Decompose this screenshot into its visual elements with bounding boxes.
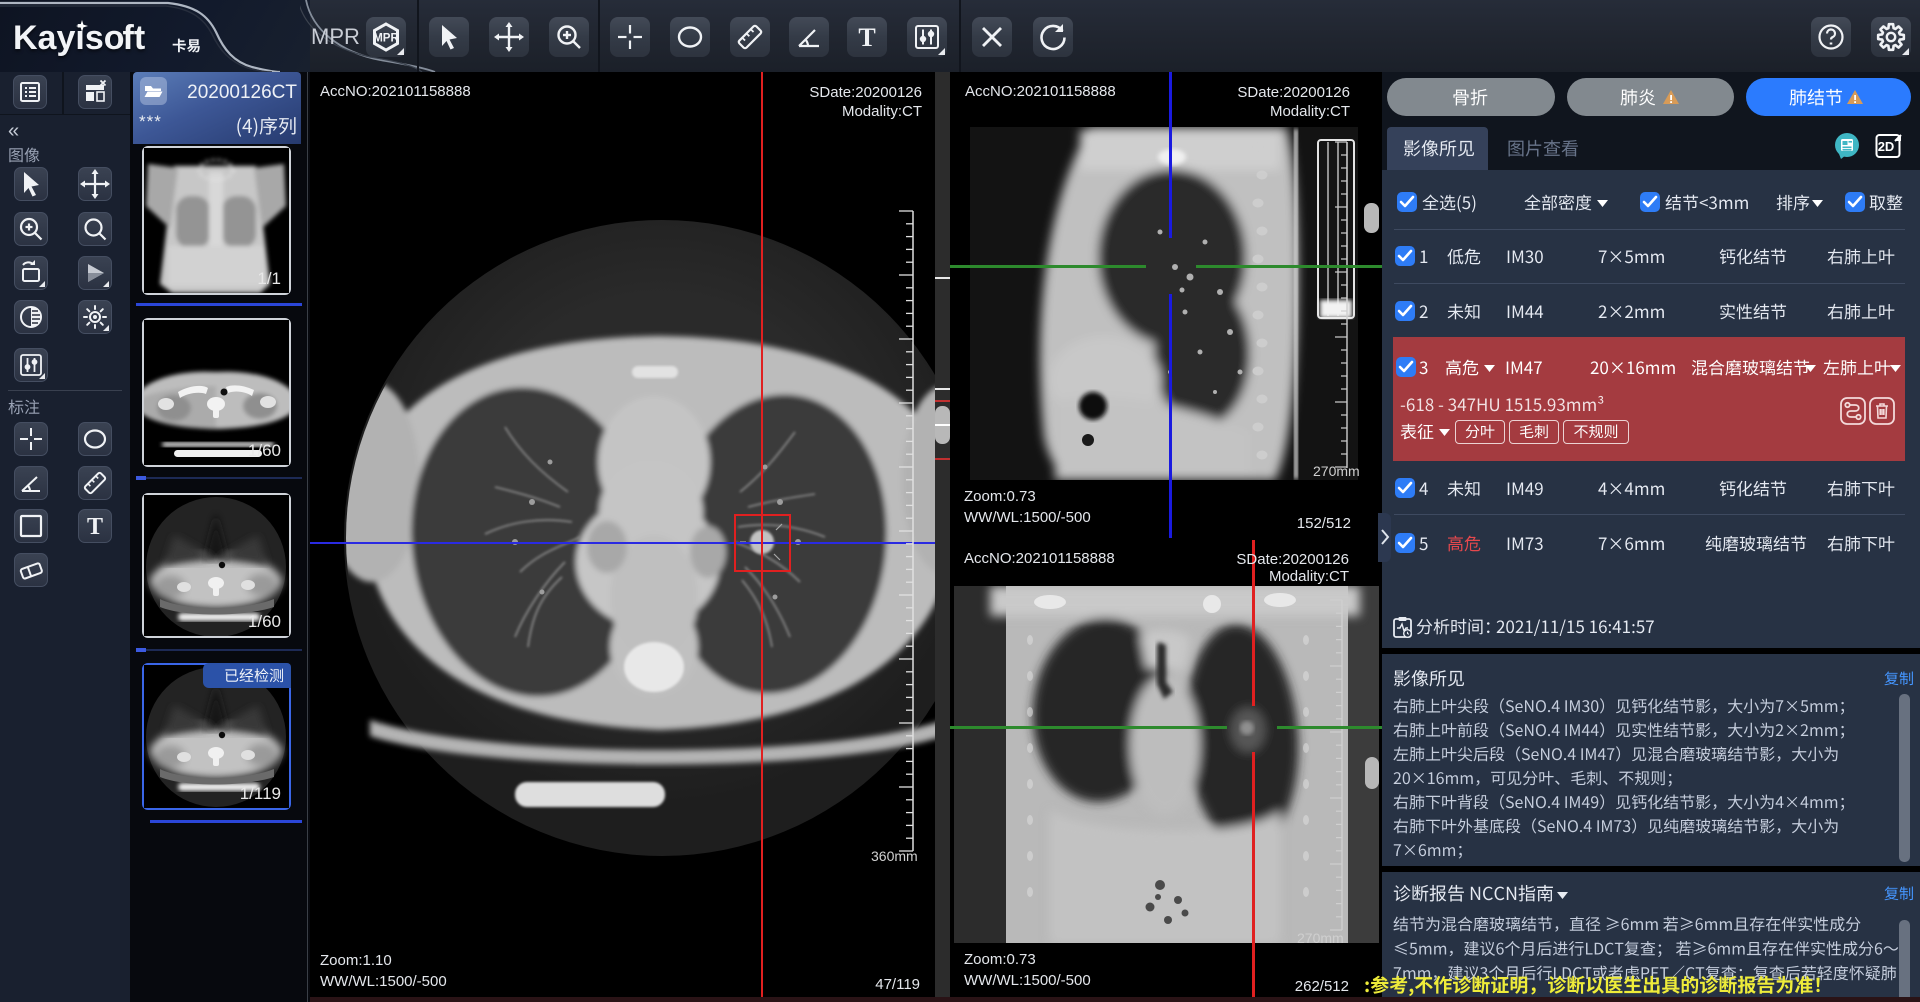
svg-text:T: T <box>858 23 875 52</box>
svg-text:MPR: MPR <box>373 33 399 45</box>
svg-text:2D: 2D <box>1878 139 1895 154</box>
svg-text:T: T <box>87 514 103 540</box>
